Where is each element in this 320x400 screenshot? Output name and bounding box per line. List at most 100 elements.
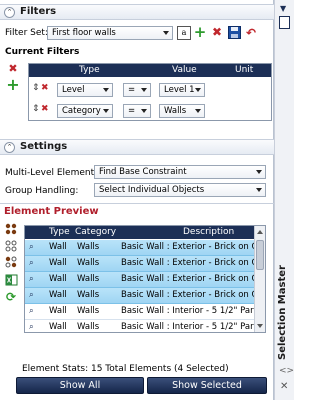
chevron-down-icon xyxy=(195,88,201,92)
drag-handle-icon[interactable]: ⇕ xyxy=(32,83,40,93)
multi-level-label: Multi-Level Elements: xyxy=(5,168,102,178)
cell-description: Basic Wall : Exterior - Brick on CM xyxy=(121,274,255,284)
group-handling-label: Group Handling: xyxy=(5,186,79,196)
cell-category: Walls xyxy=(77,322,100,332)
export-excel-icon[interactable] xyxy=(4,273,18,287)
cell-description: Basic Wall : Exterior - Brick on CM xyxy=(121,290,255,300)
column-header-value[interactable]: Value xyxy=(172,65,197,75)
table-row[interactable]: ⌕ Wall Walls Basic Wall : Exterior - Brick … xyxy=(25,256,255,272)
filter-set-dropdown[interactable]: First floor walls xyxy=(47,26,173,40)
selection-master-panel: ⌃ Filters Filter Set: First floor walls … xyxy=(0,0,274,400)
zoom-to-element-icon[interactable]: ⌕ xyxy=(29,274,34,284)
table-row[interactable]: ⌕ Wall Walls Basic Wall : Interior - 5 1/2"… xyxy=(25,320,255,332)
remove-all-filters-icon[interactable]: ✖ xyxy=(6,62,20,76)
close-icon[interactable]: ✕ xyxy=(280,381,288,392)
table-row[interactable]: ⌕ Wall Walls Basic Wall : Interior - 5 1/2"… xyxy=(25,304,255,320)
cell-description: Basic Wall : Exterior - Brick on CM xyxy=(121,242,255,252)
add-filter-icon[interactable]: + xyxy=(6,77,20,93)
panel-title: Selection Master xyxy=(277,265,288,360)
cell-type: Wall xyxy=(49,258,67,268)
element-preview-grid: Type Category Description ⌕ Wall Walls Basi… xyxy=(24,225,266,333)
filter-set-label: Filter Set: xyxy=(5,28,48,38)
scroll-thumb[interactable] xyxy=(256,240,264,270)
cell-description: Basic Wall : Interior - 5 1/2" Partit xyxy=(121,322,255,332)
rename-filter-icon[interactable]: a xyxy=(177,26,191,40)
chevron-down-icon xyxy=(141,109,147,113)
filter-row: ⇕ ✖ Category = Walls xyxy=(29,101,271,120)
cell-type: Wall xyxy=(49,306,67,316)
chevron-down-icon xyxy=(103,109,109,113)
chevron-down-icon xyxy=(103,88,109,92)
table-row[interactable]: ⌕ Wall Walls Basic Wall : Exterior - Brick … xyxy=(25,240,255,256)
table-row[interactable]: ⌕ Wall Walls Basic Wall : Exterior - Brick … xyxy=(25,272,255,288)
filter-value-dropdown[interactable]: Level 1 xyxy=(159,83,205,97)
collapse-chevron-icon[interactable]: ⌃ xyxy=(4,142,15,153)
cell-type: Wall xyxy=(49,274,67,284)
cell-category: Walls xyxy=(77,306,100,316)
scroll-down-icon[interactable] xyxy=(257,324,263,328)
filter-set-value: First floor walls xyxy=(52,28,116,38)
settings-title: Settings xyxy=(20,141,68,152)
pin-icon[interactable]: ▼ xyxy=(280,4,286,13)
cell-category: Walls xyxy=(77,290,100,300)
current-filters-label: Current Filters xyxy=(5,47,80,57)
select-all-icon[interactable] xyxy=(4,223,18,237)
chevron-down-icon xyxy=(163,31,169,35)
table-row[interactable]: ⌕ Wall Walls Basic Wall : Exterior - Brick … xyxy=(25,288,255,304)
filter-value-dropdown[interactable]: Walls xyxy=(159,104,205,118)
dock-panel-strip: ▼ Selection Master <> ✕ xyxy=(274,0,294,400)
column-header-description[interactable]: Description xyxy=(183,227,234,237)
current-filters-grid: Type Value Unit ⇕ ✖ Level = Level 1 ⇕ ✖ … xyxy=(28,63,272,121)
cell-type: Wall xyxy=(49,242,67,252)
drag-handle-icon[interactable]: ⇕ xyxy=(32,104,40,114)
refresh-icon[interactable]: ⟳ xyxy=(4,290,18,304)
chevron-down-icon xyxy=(256,188,262,192)
element-preview-title: Element Preview xyxy=(4,206,99,217)
chevron-down-icon xyxy=(195,109,201,113)
show-selected-button[interactable]: Show Selected xyxy=(147,377,267,394)
filters-section-header[interactable]: ⌃ Filters xyxy=(0,4,274,20)
zoom-to-element-icon[interactable]: ⌕ xyxy=(29,322,34,332)
vertical-scrollbar[interactable] xyxy=(254,226,265,332)
cell-category: Walls xyxy=(77,258,100,268)
cell-category: Walls xyxy=(77,242,100,252)
filter-type-dropdown[interactable]: Level xyxy=(57,83,113,97)
cell-description: Basic Wall : Exterior - Brick on CM xyxy=(121,258,255,268)
settings-section-header[interactable]: ⌃ Settings xyxy=(0,139,274,155)
filter-operator-dropdown[interactable]: = xyxy=(123,83,151,97)
cell-type: Wall xyxy=(49,290,67,300)
group-handling-dropdown[interactable]: Select Individual Objects xyxy=(94,183,266,197)
column-header-type[interactable]: Type xyxy=(49,227,70,237)
filter-type-dropdown[interactable]: Category xyxy=(57,104,113,118)
scroll-up-icon[interactable] xyxy=(257,230,263,234)
chevron-down-icon xyxy=(141,88,147,92)
collapse-chevron-icon[interactable]: ⌃ xyxy=(4,7,15,18)
show-all-button[interactable]: Show All xyxy=(16,377,144,394)
save-icon[interactable] xyxy=(227,26,241,40)
preview-grid-header: Type Category Description xyxy=(25,226,255,239)
column-header-type[interactable]: Type xyxy=(79,65,100,75)
zoom-to-element-icon[interactable]: ⌕ xyxy=(29,290,34,300)
undo-icon[interactable]: ↶ xyxy=(244,26,258,40)
delete-row-icon[interactable]: ✖ xyxy=(41,83,49,93)
select-none-icon[interactable] xyxy=(4,240,18,254)
zoom-to-element-icon[interactable]: ⌕ xyxy=(29,306,34,316)
filter-operator-dropdown[interactable]: = xyxy=(123,104,151,118)
delete-row-icon[interactable]: ✖ xyxy=(41,104,49,114)
invert-selection-icon[interactable] xyxy=(4,256,18,270)
filters-grid-header: Type Value Unit xyxy=(29,64,271,77)
delete-filter-set-icon[interactable]: ✖ xyxy=(210,25,224,39)
chevron-down-icon xyxy=(256,170,262,174)
column-header-unit[interactable]: Unit xyxy=(235,65,253,75)
expand-collapse-icon[interactable]: <> xyxy=(279,366,294,376)
add-filter-set-icon[interactable]: + xyxy=(193,25,207,40)
multi-level-dropdown[interactable]: Find Base Constraint xyxy=(94,165,266,179)
cell-description: Basic Wall : Interior - 5 1/2" Partit xyxy=(121,306,255,316)
filters-title: Filters xyxy=(20,6,57,17)
zoom-to-element-icon[interactable]: ⌕ xyxy=(29,258,34,268)
dock-window-icon[interactable] xyxy=(279,16,290,29)
divider xyxy=(0,203,274,204)
cell-category: Walls xyxy=(77,274,100,284)
column-header-category[interactable]: Category xyxy=(75,227,116,237)
zoom-to-element-icon[interactable]: ⌕ xyxy=(29,242,34,252)
